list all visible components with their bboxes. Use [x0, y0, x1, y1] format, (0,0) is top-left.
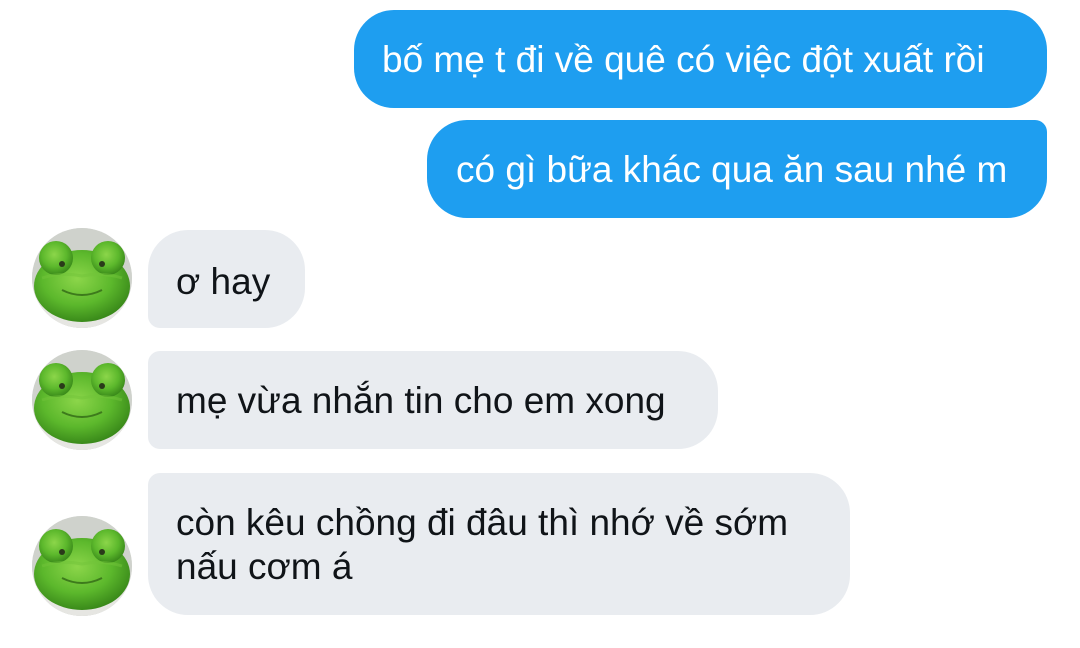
- frog-avatar-icon: [32, 516, 132, 616]
- frog-avatar-icon: [32, 350, 132, 450]
- frog-avatar-icon: [32, 228, 132, 328]
- avatar[interactable]: [32, 350, 132, 450]
- message-bubble-received[interactable]: mẹ vừa nhắn tin cho em xong: [148, 351, 718, 449]
- message-text-line: nấu cơm á: [176, 546, 353, 587]
- message-text-line: còn kêu chồng đi đâu thì nhớ về sớm: [176, 502, 789, 543]
- message-bubble-sent[interactable]: có gì bữa khác qua ăn sau nhé m: [427, 120, 1047, 218]
- message-text: có gì bữa khác qua ăn sau nhé m: [456, 149, 1008, 190]
- message-bubble-sent[interactable]: bố mẹ t đi về quê có việc đột xuất rồi: [354, 10, 1047, 108]
- message-text: ơ hay: [176, 261, 271, 302]
- message-text: mẹ vừa nhắn tin cho em xong: [176, 380, 666, 421]
- message-bubble-received[interactable]: còn kêu chồng đi đâu thì nhớ về sớm nấu …: [148, 473, 850, 615]
- avatar[interactable]: [32, 228, 132, 328]
- message-text: bố mẹ t đi về quê có việc đột xuất rồi: [382, 39, 985, 80]
- message-bubble-received[interactable]: ơ hay: [148, 230, 305, 328]
- avatar[interactable]: [32, 516, 132, 616]
